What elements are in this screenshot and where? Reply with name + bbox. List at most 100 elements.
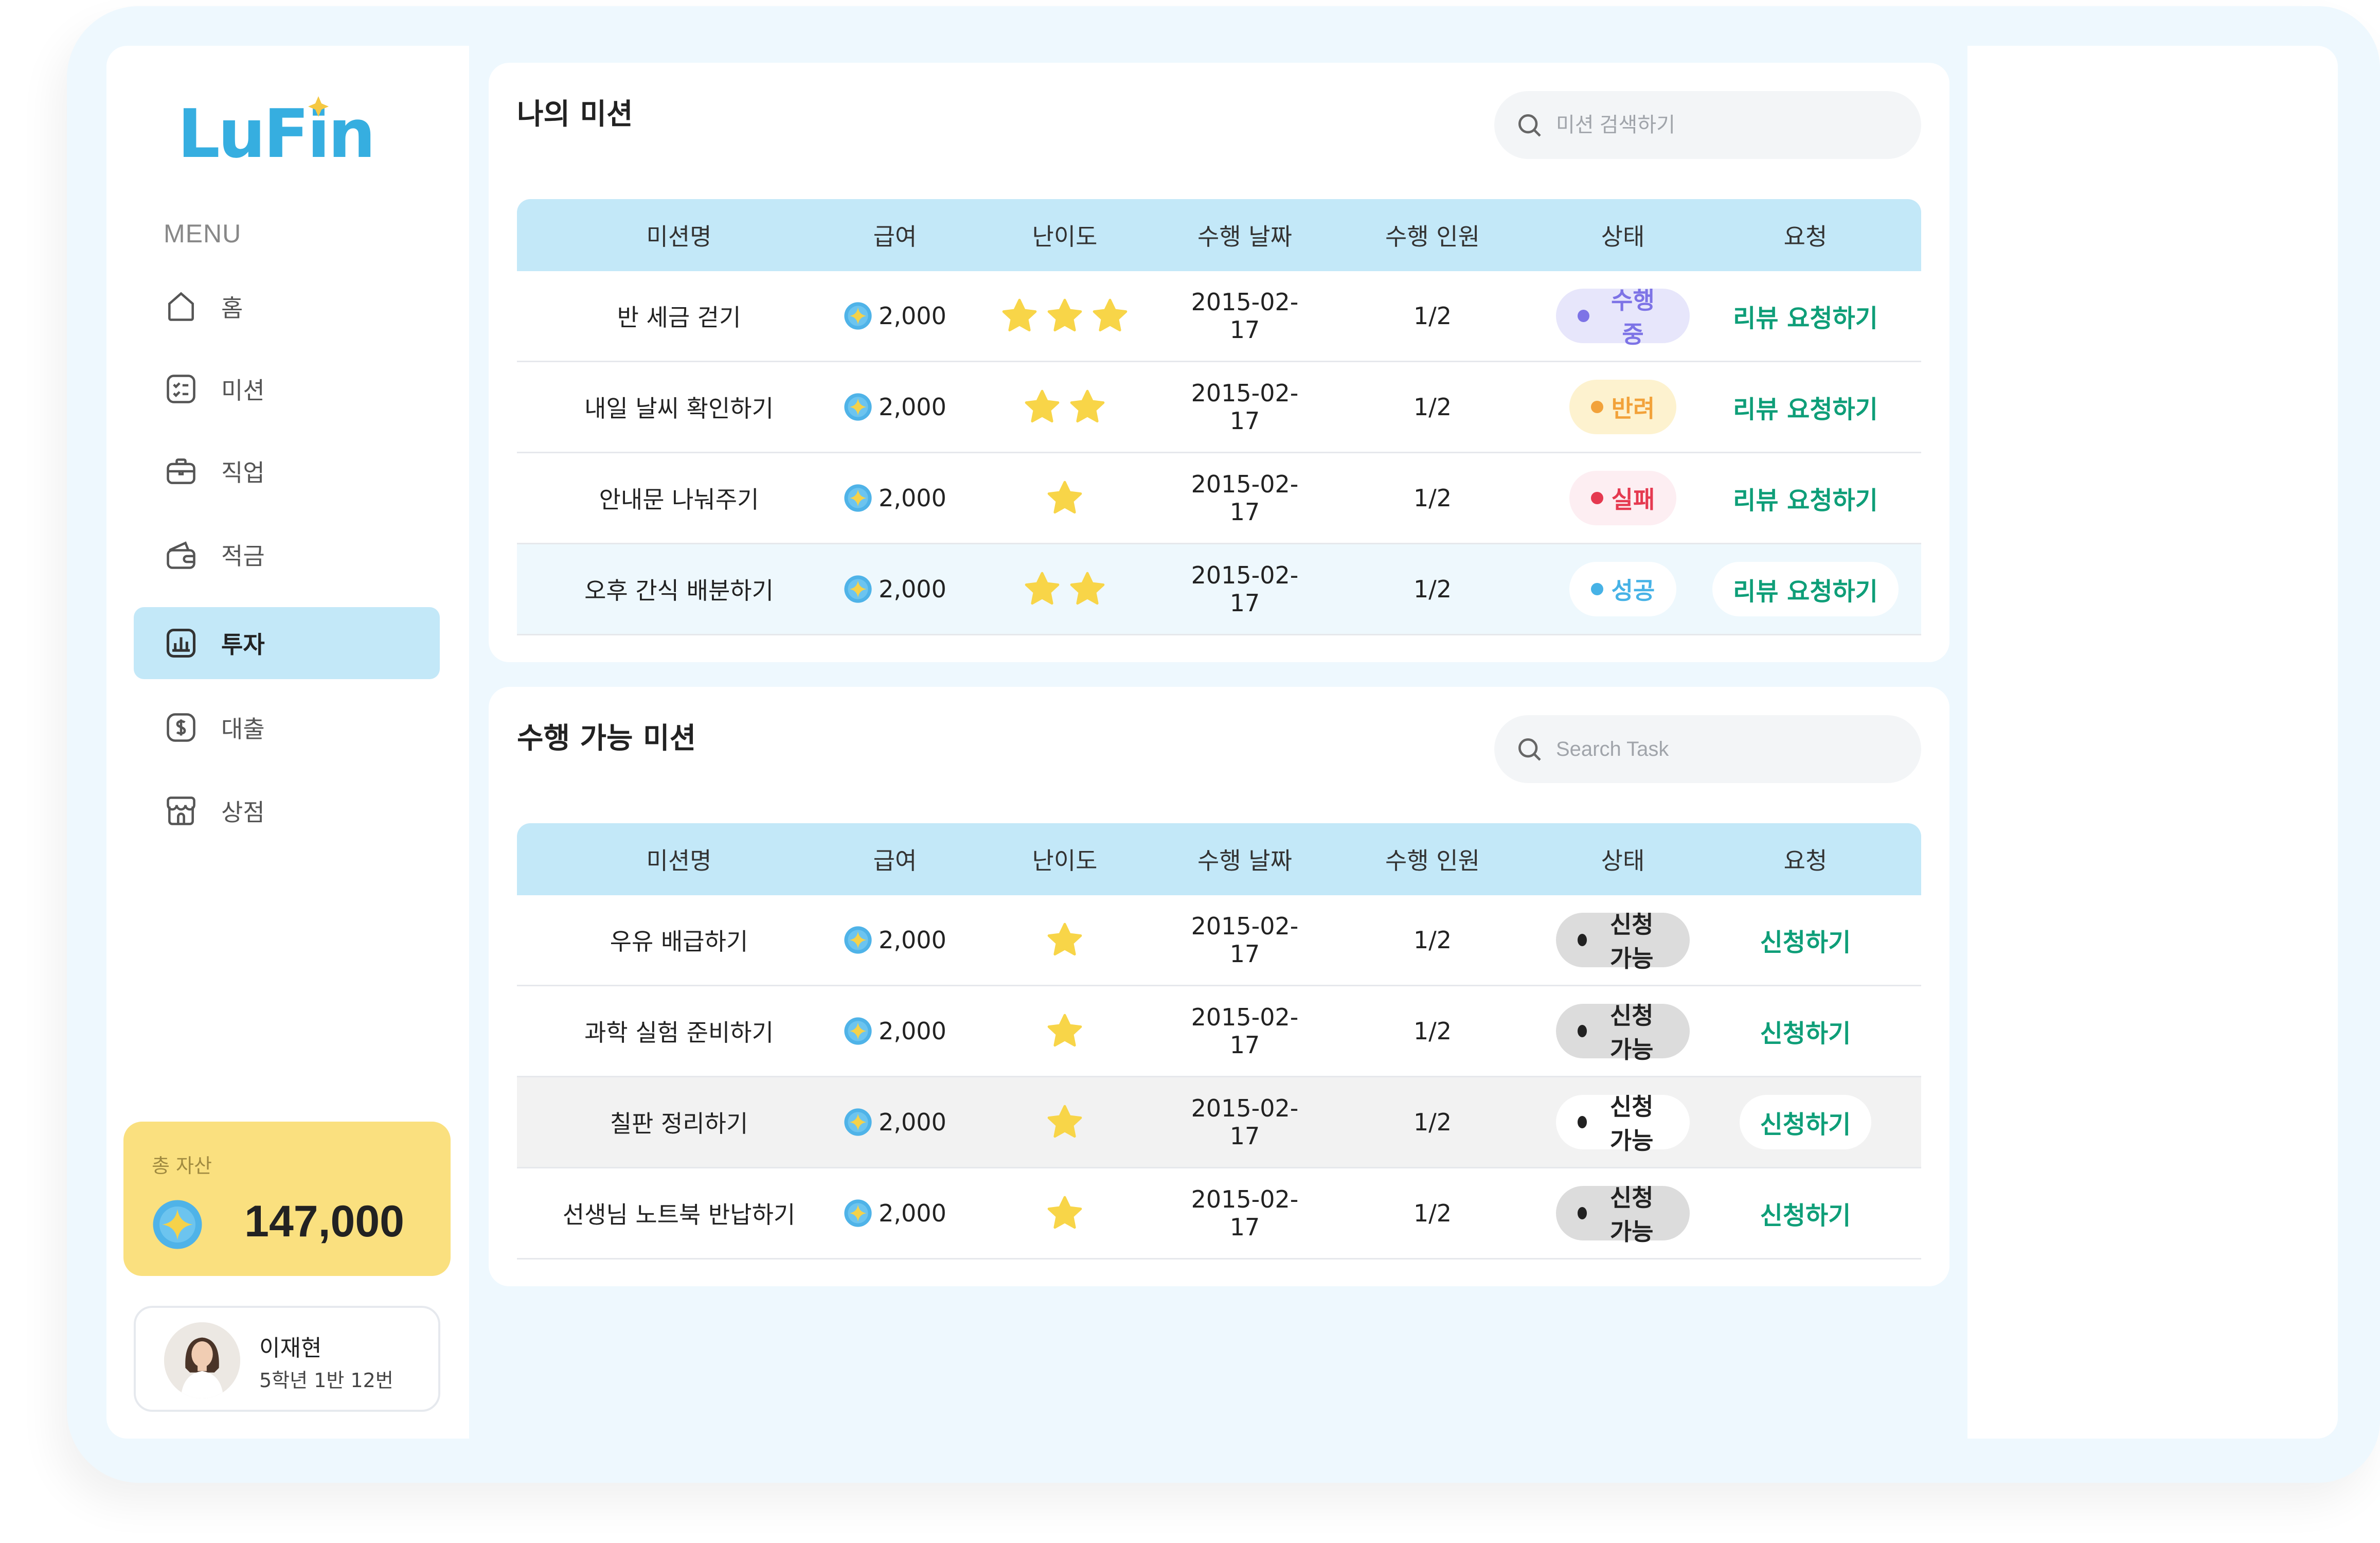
sidebar-item-missions[interactable]: 미션 xyxy=(134,353,440,425)
star-icon xyxy=(1025,389,1060,423)
column-header: 급여 xyxy=(873,847,917,875)
apply-button[interactable]: 신청하기 xyxy=(1740,1186,1872,1240)
table-row[interactable]: 선생님 노트북 반납하기 2,000 2015-02-17 1/2 신청 가능 신청하기 xyxy=(517,1168,1921,1260)
status-cell: 실패 xyxy=(1556,471,1690,525)
table-header: 미션명 급여 난이도 수행 날짜 수행 인원 상태 요청 xyxy=(517,823,1921,895)
column-header: 요청 xyxy=(1783,223,1828,251)
mission-people: 1/2 xyxy=(1413,484,1452,512)
mission-search-box[interactable] xyxy=(1494,91,1921,159)
coin-icon xyxy=(844,926,872,954)
mission-pay: 2,000 xyxy=(841,1108,949,1137)
panel-title: 수행 가능 미션 xyxy=(517,722,696,755)
home-icon xyxy=(164,289,199,324)
apply-button[interactable]: 신청하기 xyxy=(1740,1004,1872,1058)
star-icon xyxy=(1093,298,1128,332)
star-icon xyxy=(1025,572,1060,605)
table-row[interactable]: 내일 날씨 확인하기 2,000 2015-02-17 1/2 반려 리뷰 요청하기 xyxy=(517,362,1921,453)
sidebar-item-store[interactable]: 상점 xyxy=(134,775,440,847)
table-row[interactable]: 우유 배급하기 2,000 2015-02-17 1/2 신청 가능 신청하기 xyxy=(517,895,1921,986)
table-row[interactable]: 오후 간식 배분하기 2,000 2015-02-17 1/2 성공 리뷰 요청하기 xyxy=(517,544,1921,635)
column-header: 난이도 xyxy=(1032,223,1098,251)
apply-button[interactable]: 신청하기 xyxy=(1740,913,1872,967)
difficulty-stars xyxy=(949,387,1180,427)
sidebar-item-label: 미션 xyxy=(221,377,265,404)
mission-name: 우유 배급하기 xyxy=(610,928,748,955)
sidebar-item-loans[interactable]: 대출 xyxy=(134,691,440,764)
star-icon xyxy=(1047,1105,1082,1138)
mission-date: 2015-02-17 xyxy=(1191,470,1299,526)
profile-card[interactable]: 이재현 5학년 1반 12번 xyxy=(134,1306,440,1412)
search-input[interactable] xyxy=(1556,737,1890,761)
request-review-button[interactable]: 리뷰 요청하기 xyxy=(1712,380,1899,434)
star-icon xyxy=(1047,298,1082,332)
pay-value: 2,000 xyxy=(879,575,946,603)
column-header: 난이도 xyxy=(1032,847,1098,875)
difficulty-stars xyxy=(949,569,1180,609)
status-cell: 성공 xyxy=(1556,562,1690,616)
coin-icon xyxy=(844,575,872,603)
dollar-icon xyxy=(164,710,199,745)
action-cell: 리뷰 요청하기 xyxy=(1690,562,1921,616)
table-row[interactable]: 반 세금 걷기 2,000 2015-02-17 1/2 수행 중 리뷰 요청하기 xyxy=(517,271,1921,362)
pay-value: 2,000 xyxy=(879,1108,946,1136)
chart-icon xyxy=(164,626,199,661)
mission-date: 2015-02-17 xyxy=(1191,1185,1299,1241)
action-cell: 신청하기 xyxy=(1690,1004,1921,1058)
sidebar-item-jobs[interactable]: 직업 xyxy=(134,435,440,507)
column-header: 수행 날짜 xyxy=(1197,847,1292,875)
apply-button[interactable]: 신청하기 xyxy=(1739,1095,1872,1149)
request-review-button[interactable]: 리뷰 요청하기 xyxy=(1712,562,1899,616)
request-review-button[interactable]: 리뷰 요청하기 xyxy=(1712,471,1899,525)
right-panel xyxy=(1967,46,2338,1439)
mission-name: 과학 실험 준비하기 xyxy=(584,1019,774,1047)
column-header: 요청 xyxy=(1783,847,1828,875)
star-icon xyxy=(1047,923,1082,956)
mission-pay: 2,000 xyxy=(841,484,949,512)
mission-date: 2015-02-17 xyxy=(1191,288,1299,344)
difficulty-stars xyxy=(949,1102,1180,1142)
request-review-button[interactable]: 리뷰 요청하기 xyxy=(1712,289,1899,343)
difficulty-stars xyxy=(949,1011,1180,1051)
action-cell: 리뷰 요청하기 xyxy=(1690,380,1921,434)
sidebar-item-invest[interactable]: 투자 xyxy=(134,607,440,679)
status-dot xyxy=(1590,492,1603,504)
coin-icon xyxy=(844,1108,872,1136)
sidebar-item-savings[interactable]: 적금 xyxy=(134,519,440,591)
mission-date: 2015-02-17 xyxy=(1191,1003,1299,1059)
mission-people: 1/2 xyxy=(1413,926,1452,954)
action-cell: 신청하기 xyxy=(1690,913,1921,967)
sidebar-item-label: 대출 xyxy=(221,715,265,743)
pay-value: 2,000 xyxy=(879,1199,946,1227)
table-row[interactable]: 칠판 정리하기 2,000 2015-02-17 1/2 신청 가능 신청하기 xyxy=(517,1077,1921,1168)
status-badge: 수행 중 xyxy=(1556,287,1690,348)
table-row[interactable]: 안내문 나눠주기 2,000 2015-02-17 1/2 실패 리뷰 요청하기 xyxy=(517,453,1921,544)
status-text: 신청 가능 xyxy=(1609,911,1654,972)
sidebar-item-label: 투자 xyxy=(221,631,265,659)
sidebar-item-home[interactable]: 홈 xyxy=(134,271,440,343)
star-icon xyxy=(1002,298,1037,332)
action-cell: 리뷰 요청하기 xyxy=(1690,471,1921,525)
table-row[interactable]: 과학 실험 준비하기 2,000 2015-02-17 1/2 신청 가능 신청하기 xyxy=(517,986,1921,1077)
task-search-box[interactable] xyxy=(1494,715,1921,783)
status-text: 신청 가능 xyxy=(1609,1093,1654,1155)
action-cell: 신청하기 xyxy=(1690,1095,1921,1149)
lufin-logo[interactable]: LuFin xyxy=(177,90,383,173)
status-text: 신청 가능 xyxy=(1609,1184,1654,1246)
briefcase-icon xyxy=(164,454,199,489)
coin-icon xyxy=(153,1200,202,1249)
status-cell: 신청 가능 xyxy=(1556,911,1690,972)
mission-name: 내일 날씨 확인하기 xyxy=(584,395,774,422)
pay-value: 2,000 xyxy=(879,926,946,954)
available-missions-panel: 수행 가능 미션 미션명 급여 난이도 수행 날짜 수행 인원 상태 요청 우유… xyxy=(489,687,1949,1286)
mission-name: 반 세금 걷기 xyxy=(617,304,741,331)
action-cell: 리뷰 요청하기 xyxy=(1690,289,1921,343)
mission-date: 2015-02-17 xyxy=(1191,1094,1299,1150)
status-badge: 신청 가능 xyxy=(1556,1002,1690,1063)
star-icon xyxy=(1047,481,1082,514)
mission-name: 칠판 정리하기 xyxy=(610,1110,748,1138)
total-asset-card: 총 자산 147,000 xyxy=(123,1122,451,1276)
search-icon xyxy=(1518,114,1541,137)
search-input[interactable] xyxy=(1556,113,1890,137)
search-icon xyxy=(1518,738,1541,761)
sidebar-item-label: 적금 xyxy=(221,542,265,570)
